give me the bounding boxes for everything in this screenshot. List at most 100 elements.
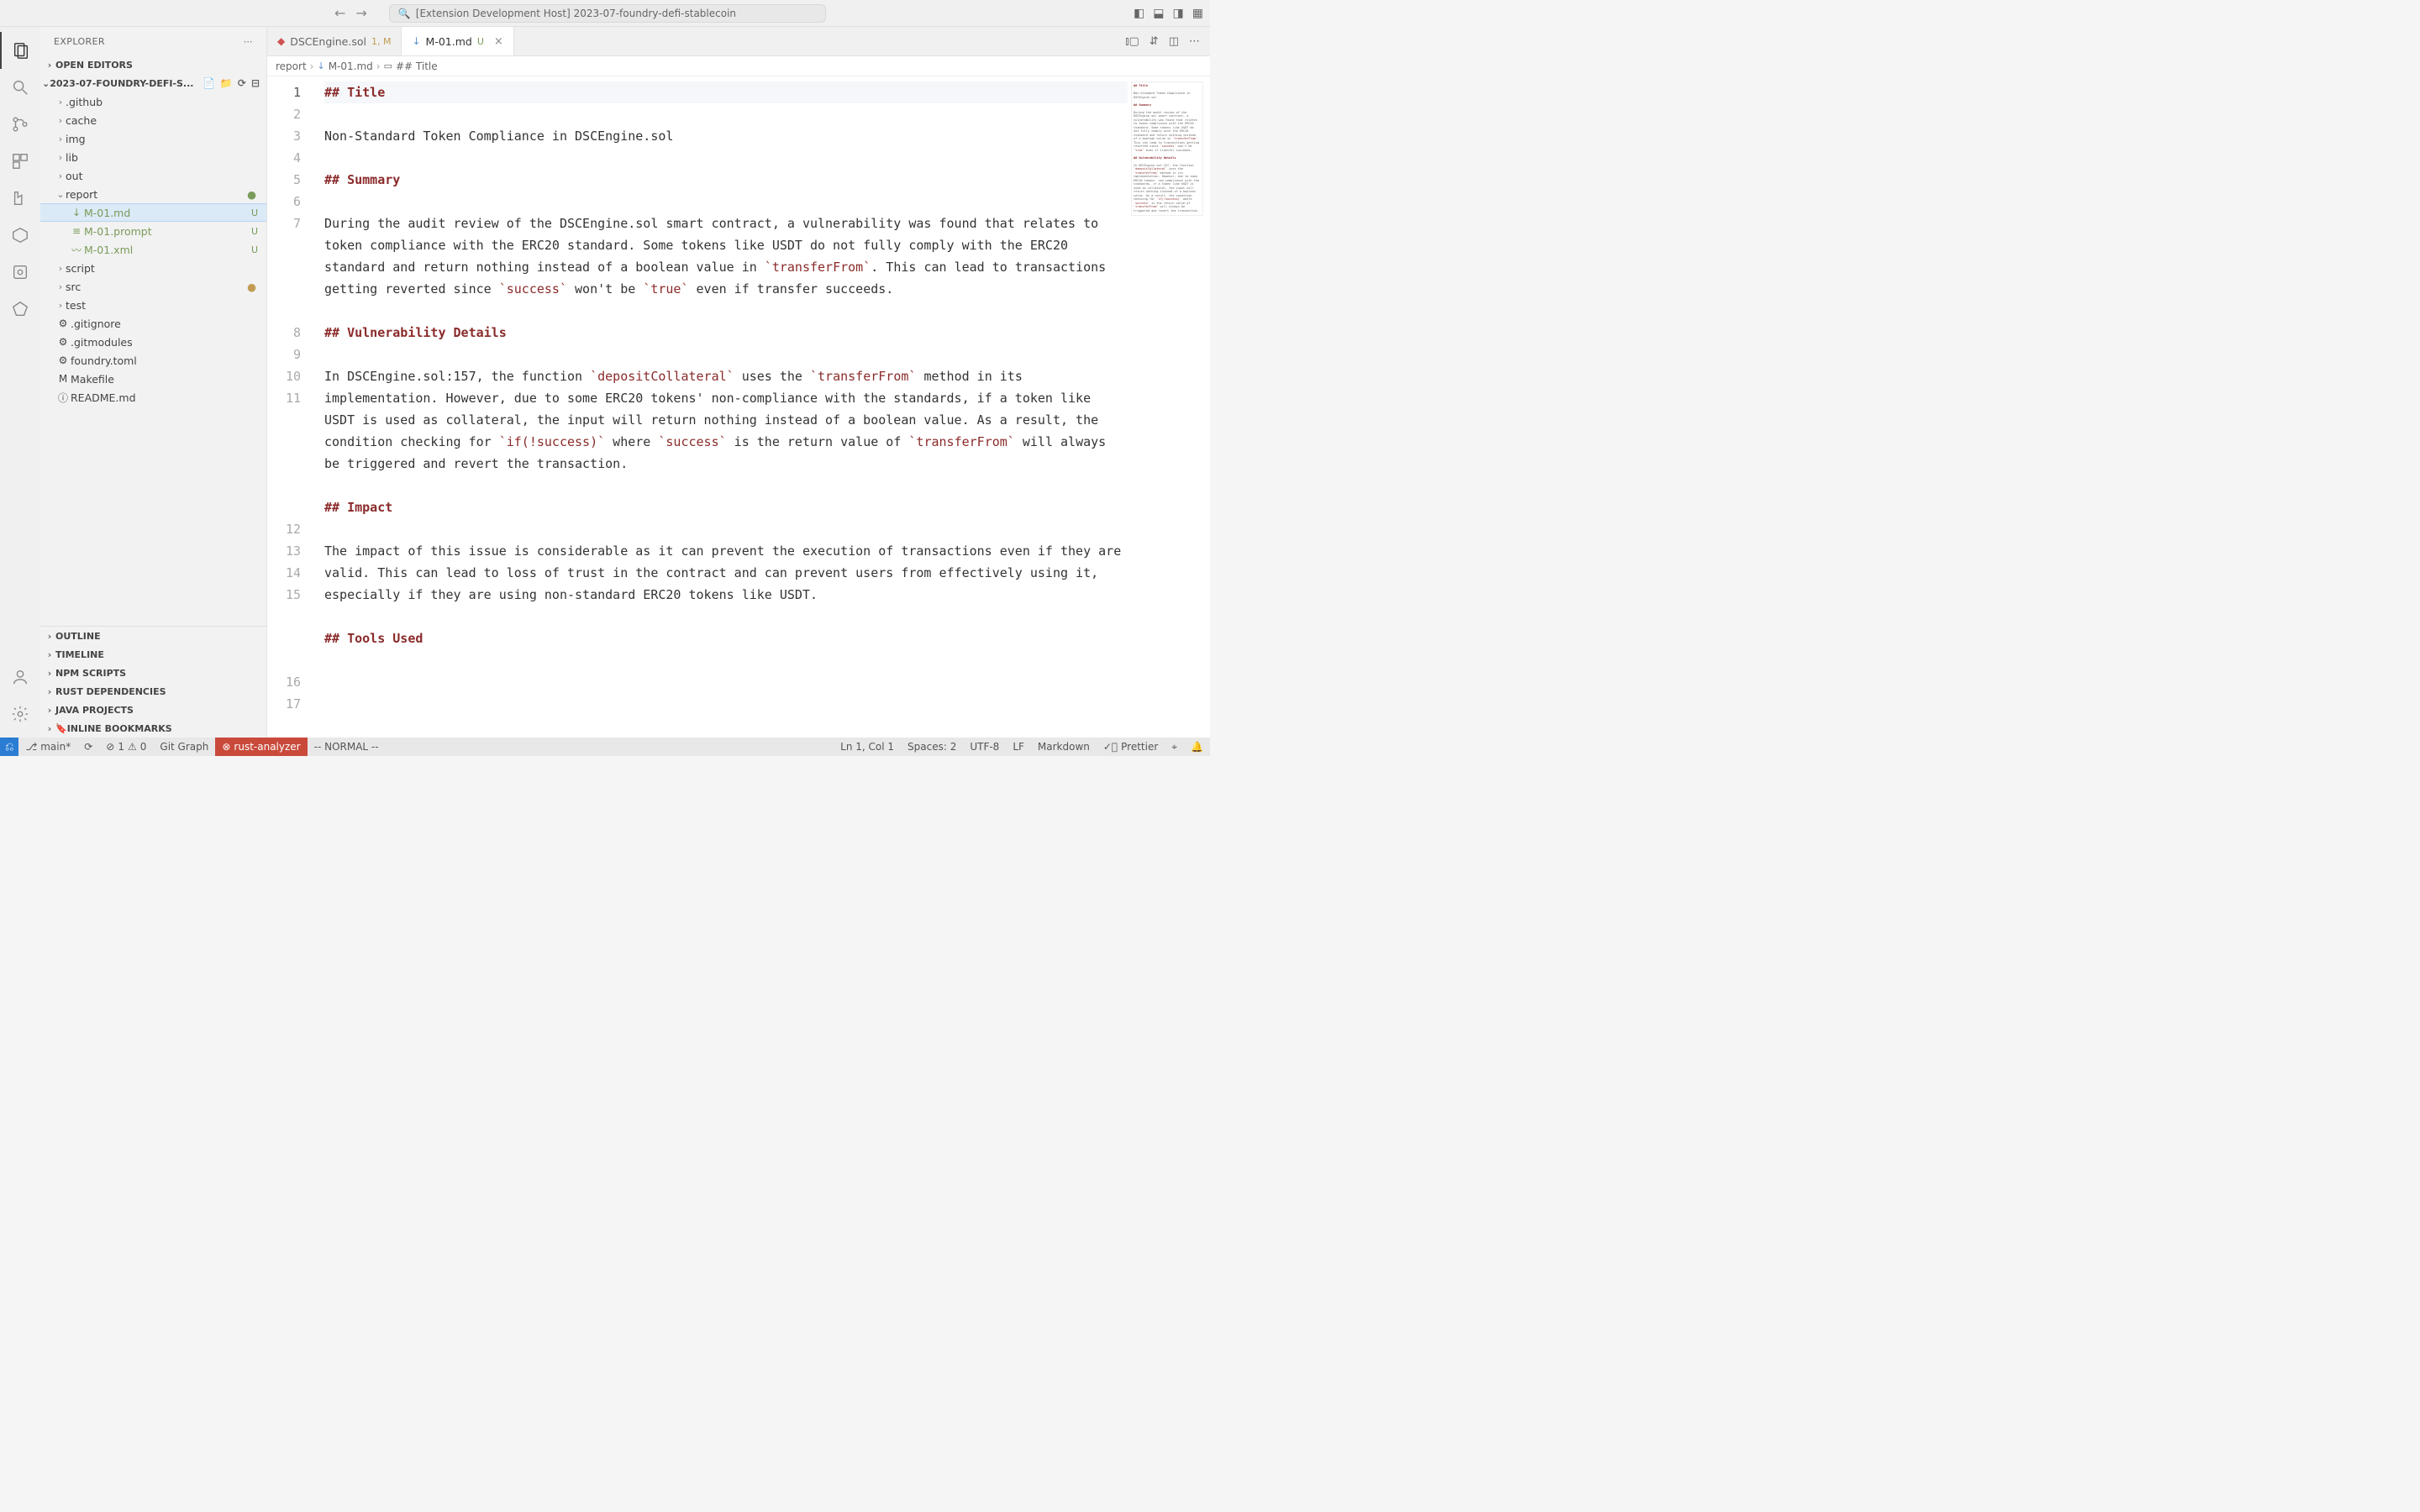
status-problems[interactable]: ⊘1 ⚠0 [99,738,153,756]
section-timeline[interactable]: ›TIMELINE [40,645,266,664]
file-m-01-xml[interactable]: 〰 M-01.xml U [40,240,266,259]
chevron-right-icon: › [55,171,66,181]
close-icon[interactable]: × [494,35,503,48]
chevron-right-icon: › [376,60,381,72]
breadcrumb-part[interactable]: ## Title [396,60,438,72]
file-icon: ≡ [69,225,84,237]
branch-icon: ⎇ [25,741,37,753]
file-m-01-md[interactable]: ↓ M-01.md U [40,203,266,222]
refresh-icon[interactable]: ⟳ [238,77,246,89]
activity-item-7[interactable] [0,254,40,291]
file-icon: ⚙ [55,318,71,329]
nav-forward-icon[interactable]: → [355,5,366,21]
breadcrumb-part[interactable]: report [276,60,307,72]
status-rust-analyzer[interactable]: ⊗ rust-analyzer [215,738,307,756]
status-language[interactable]: Markdown [1031,741,1097,753]
project-label: 2023-07-FOUNDRY-DEFI-S... [50,78,203,89]
command-center[interactable]: 🔍 [Extension Development Host] 2023-07-f… [389,4,826,23]
breadcrumb-part[interactable]: M-01.md [329,60,373,72]
file--gitignore[interactable]: ⚙ .gitignore [40,314,266,333]
chevron-down-icon: ⌄ [42,78,50,89]
file-tree: › .github › cache › img › lib › [40,92,266,626]
chevron-right-icon: › [55,152,66,163]
section-rust-dependencies[interactable]: ›RUST DEPENDENCIES [40,682,266,701]
status-feedback-icon[interactable]: ⌖ [1165,741,1184,753]
panel-right-icon[interactable]: ◨ [1173,7,1184,20]
editor-diff-icon[interactable]: ⇵ [1150,35,1159,48]
status-eol[interactable]: LF [1006,741,1031,753]
status-position[interactable]: Ln 1, Col 1 [834,741,901,753]
editor-more-icon[interactable]: ⋯ [1189,35,1200,48]
activity-search[interactable] [0,69,40,106]
file-icon: ↓ [412,35,420,47]
folder-report[interactable]: ⌄ report ● [40,185,266,203]
section-outline[interactable]: ›OUTLINE [40,627,266,645]
command-center-text: [Extension Development Host] 2023-07-fou… [416,8,736,19]
activity-bar [0,27,40,738]
panel-bottom-icon[interactable]: ⬓ [1153,7,1164,20]
chevron-right-icon: › [55,263,66,274]
activity-item-5[interactable] [0,180,40,217]
panel-left-icon[interactable]: ◧ [1134,7,1144,20]
section-java-projects[interactable]: ›JAVA PROJECTS [40,701,266,719]
folder--github[interactable]: › .github [40,92,266,111]
file-makefile[interactable]: M Makefile [40,370,266,388]
file-icon: ↓ [69,207,84,218]
status-spaces[interactable]: Spaces: 2 [901,741,963,753]
file--gitmodules[interactable]: ⚙ .gitmodules [40,333,266,351]
status-branch[interactable]: ⎇ main* [18,738,77,756]
file-m-01-prompt[interactable]: ≡ M-01.prompt U [40,222,266,240]
code-editor[interactable]: ## Title Non-Standard Token Compliance i… [314,76,1210,738]
minimap[interactable]: ## TitleNon-Standard Token Compliance in… [1131,81,1203,216]
chevron-right-icon: › [44,649,55,660]
git-status-badge: U [248,244,266,255]
status-bell-icon[interactable]: 🔔 [1184,741,1210,753]
activity-explorer[interactable] [0,32,40,69]
folder-out[interactable]: › out [40,166,266,185]
breadcrumb[interactable]: report › ↓ M-01.md › ▭ ## Title [267,56,1210,76]
status-remote[interactable]: ⎌ [0,738,18,756]
tab-dscengine-sol[interactable]: ◆ DSCEngine.sol 1, M [267,27,402,55]
section-label: OPEN EDITORS [55,60,133,71]
bookmark-icon: 🔖 [55,723,67,734]
status-gitgraph[interactable]: Git Graph [153,738,215,756]
folder-script[interactable]: › script [40,259,266,277]
tab-m-01-md[interactable]: ↓ M-01.md U × [402,27,513,55]
activity-item-8[interactable] [0,291,40,328]
status-formatter[interactable]: ✓⃝ Prettier [1097,741,1165,753]
sidebar-more-icon[interactable]: ⋯ [244,36,253,47]
chevron-right-icon: › [44,705,55,716]
editor-split-icon[interactable]: ◫ [1169,35,1179,48]
folder-lib[interactable]: › lib [40,148,266,166]
section-open-editors[interactable]: › OPEN EDITORS [40,55,266,74]
editor-preview-icon[interactable]: ⫾▢ [1125,35,1139,48]
new-folder-icon[interactable]: 📁 [220,77,233,89]
nav-back-icon[interactable]: ← [334,5,345,21]
activity-accounts[interactable] [0,659,40,696]
folder-cache[interactable]: › cache [40,111,266,129]
folder-test[interactable]: › test [40,296,266,314]
status-vim-mode: -- NORMAL -- [308,738,386,756]
folder-src[interactable]: › src ● [40,277,266,296]
activity-source-control[interactable] [0,106,40,143]
title-bar: ← → 🔍 [Extension Development Host] 2023-… [0,0,1210,27]
file-foundry-toml[interactable]: ⚙ foundry.toml [40,351,266,370]
status-bar: ⎌ ⎇ main* ⟳ ⊘1 ⚠0 Git Graph ⊗ rust-analy… [0,738,1210,756]
tab-label: DSCEngine.sol [290,35,366,48]
activity-item-6[interactable] [0,217,40,254]
activity-settings[interactable] [0,696,40,732]
folder-img[interactable]: › img [40,129,266,148]
editor-area: ◆ DSCEngine.sol 1, M ↓ M-01.md U × ⫾▢ ⇵ [267,27,1210,738]
collapse-icon[interactable]: ⊟ [251,77,260,89]
section-inline-bookmarks[interactable]: ›🔖 INLINE BOOKMARKS [40,719,266,738]
project-head[interactable]: ⌄ 2023-07-FOUNDRY-DEFI-S... 📄 📁 ⟳ ⊟ [40,74,266,92]
section-npm-scripts[interactable]: ›NPM SCRIPTS [40,664,266,682]
file-icon: M [55,373,71,385]
status-sync[interactable]: ⟳ [77,738,99,756]
status-encoding[interactable]: UTF-8 [963,741,1006,753]
git-status-badge: U [248,207,266,218]
file-readme-md[interactable]: ⓘ README.md [40,388,266,407]
activity-extensions[interactable] [0,143,40,180]
new-file-icon[interactable]: 📄 [203,77,215,89]
layout-grid-icon[interactable]: ▦ [1192,7,1203,20]
